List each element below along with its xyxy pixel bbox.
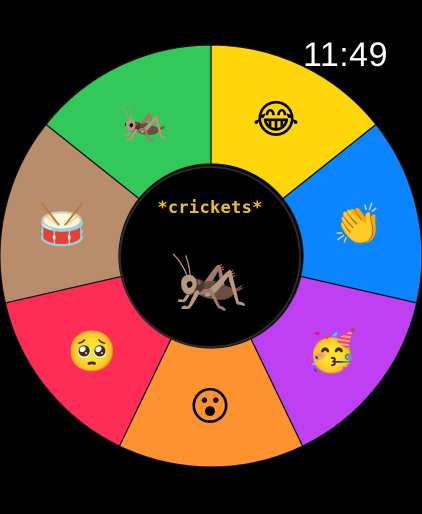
center-label: *crickets* (157, 198, 263, 218)
cricket-emoji-button[interactable]: 🦗 (116, 94, 172, 150)
watch-screen: 11:49 *crickets* 🦗 😂 👏 🥳 😮 🥺 🥁 🦗 (0, 0, 422, 514)
center-cricket-icon: 🦗 (170, 241, 250, 316)
party-emoji-button[interactable]: 🥳 (304, 324, 360, 380)
wow-emoji-button[interactable]: 😮 (182, 379, 238, 435)
cricket-emoji-icon: 🦗 (119, 99, 169, 145)
drum-emoji-button[interactable]: 🥁 (34, 197, 90, 253)
party-emoji-icon: 🥳 (307, 329, 357, 375)
clap-emoji-icon: 👏 (333, 202, 383, 248)
laugh-emoji-button[interactable]: 😂 (248, 92, 304, 148)
clap-emoji-button[interactable]: 👏 (330, 197, 386, 253)
wow-emoji-icon: 😮 (189, 384, 231, 430)
pleading-emoji-icon: 🥺 (67, 329, 117, 375)
pleading-emoji-button[interactable]: 🥺 (64, 324, 120, 380)
drum-emoji-icon: 🥁 (37, 202, 87, 248)
laugh-emoji-icon: 😂 (252, 97, 300, 143)
